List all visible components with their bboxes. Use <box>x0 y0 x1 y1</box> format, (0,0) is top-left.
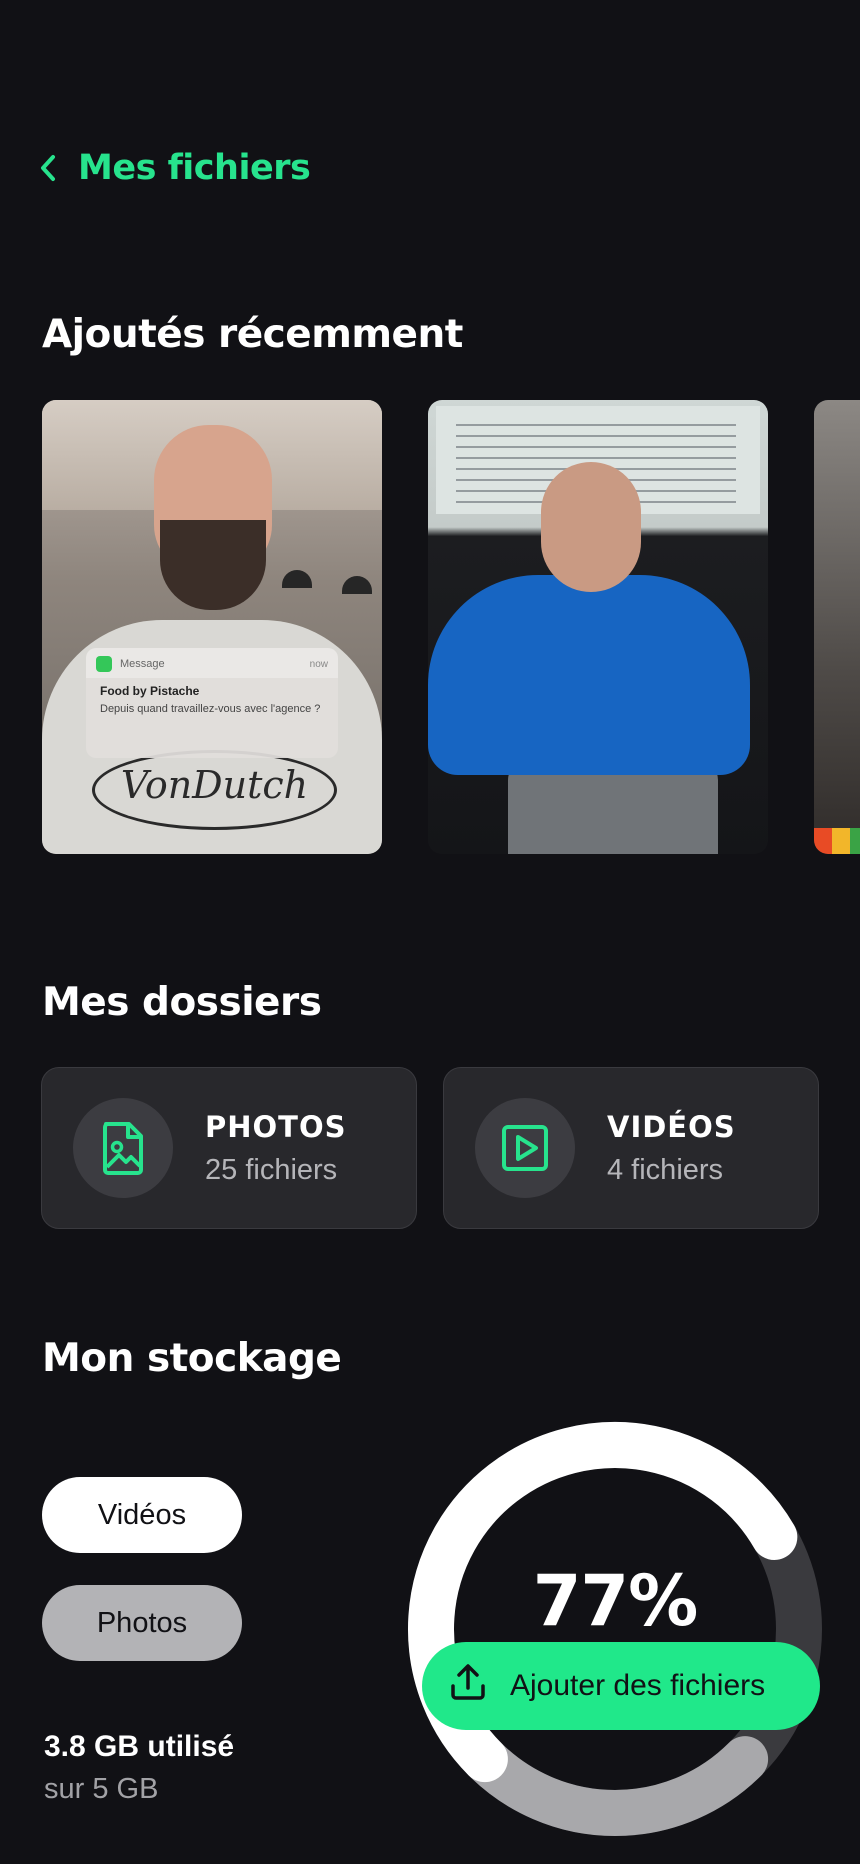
person-beard <box>160 520 266 610</box>
recent-carousel[interactable]: VonDutch Message now Food by Pistache De… <box>42 400 860 854</box>
folder-count: 4 fichiers <box>607 1153 724 1186</box>
folders-section-title: Mes dossiers <box>42 980 322 1025</box>
person-head <box>541 462 641 592</box>
storage-percent: 77% <box>532 1560 699 1642</box>
chevron-left-icon <box>40 154 56 182</box>
video-file-icon <box>475 1098 575 1198</box>
person-hoodie <box>428 575 750 775</box>
folder-count: 25 fichiers <box>205 1153 338 1186</box>
lamp-shape <box>282 570 312 588</box>
recent-image-1[interactable]: VonDutch Message now Food by Pistache De… <box>42 400 382 854</box>
notification-app-name: Message <box>120 658 165 670</box>
folder-card-photos[interactable]: PHOTOS 25 fichiers <box>41 1067 417 1229</box>
add-files-button[interactable]: Ajouter des fichiers <box>422 1642 820 1730</box>
back-label: Mes fichiers <box>78 148 311 188</box>
image-file-icon <box>73 1098 173 1198</box>
folder-name: PHOTOS <box>205 1109 347 1144</box>
message-notification: Message now Food by Pistache Depuis quan… <box>86 648 338 758</box>
back-button[interactable]: Mes fichiers <box>40 148 311 188</box>
storage-used: 3.8 GB utilisé <box>44 1730 235 1763</box>
recent-section-title: Ajoutés récemment <box>42 312 463 357</box>
notification-text: Depuis quand travaillez-vous avec l'agen… <box>100 703 321 715</box>
filter-photos-button[interactable]: Photos <box>42 1585 242 1661</box>
add-files-label: Ajouter des fichiers <box>510 1669 766 1702</box>
ring-photos-segment <box>461 1736 769 1836</box>
upload-icon <box>448 1662 488 1710</box>
folder-name: VIDÉOS <box>607 1109 736 1144</box>
storage-section-title: Mon stockage <box>42 1336 342 1381</box>
notification-sender: Food by Pistache <box>100 684 200 698</box>
folder-card-videos[interactable]: VIDÉOS 4 fichiers <box>443 1067 819 1229</box>
filter-videos-button[interactable]: Vidéos <box>42 1477 242 1553</box>
shirt-logo: VonDutch <box>92 750 337 830</box>
notification-time: now <box>309 658 328 670</box>
recent-image-3[interactable] <box>814 400 860 854</box>
recent-image-2[interactable] <box>428 400 768 854</box>
message-app-icon <box>96 656 112 672</box>
storage-total: sur 5 GB <box>44 1773 159 1805</box>
lamp-shape <box>342 576 372 594</box>
